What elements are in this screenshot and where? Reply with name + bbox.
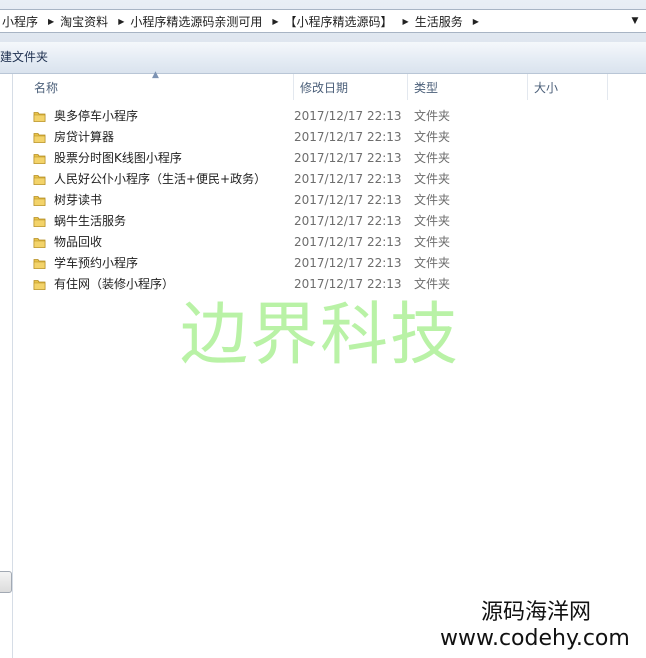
file-row[interactable]: 奥多停车小程序 2017/12/17 22:13 文件夹 <box>14 106 646 127</box>
file-type: 文件夹 <box>414 214 451 228</box>
file-name: 股票分时图K线图小程序 <box>54 151 182 165</box>
breadcrumb[interactable]: 小程序 ▶ 淘宝资料 ▶ 小程序精选源码亲测可用 ▶ 【小程序精选源码】 ▶ 生… <box>0 9 646 33</box>
file-row[interactable]: 树芽读书 2017/12/17 22:13 文件夹 <box>14 190 646 211</box>
file-row[interactable]: 股票分时图K线图小程序 2017/12/17 22:13 文件夹 <box>14 148 646 169</box>
file-date: 2017/12/17 22:13 <box>294 193 402 207</box>
file-row[interactable]: 物品回收 2017/12/17 22:13 文件夹 <box>14 232 646 253</box>
file-date: 2017/12/17 22:13 <box>294 214 402 228</box>
file-date: 2017/12/17 22:13 <box>294 109 402 123</box>
breadcrumb-item[interactable]: 【小程序精选源码】 <box>283 13 399 30</box>
folder-icon <box>33 217 46 227</box>
file-list: 奥多停车小程序 2017/12/17 22:13 文件夹 房贷计算器 2017/12/1… <box>14 106 646 295</box>
file-type: 文件夹 <box>414 277 451 291</box>
folder-icon <box>33 175 46 185</box>
column-header-size[interactable]: 大小 <box>528 74 608 100</box>
column-header-date[interactable]: 修改日期 <box>294 74 408 100</box>
column-headers: ▲ 名称 修改日期 类型 大小 <box>14 70 646 100</box>
file-type: 文件夹 <box>414 130 451 144</box>
file-row[interactable]: 有住网（装修小程序） 2017/12/17 22:13 文件夹 <box>14 274 646 295</box>
folder-icon <box>33 196 46 206</box>
file-name: 奥多停车小程序 <box>54 109 139 123</box>
chevron-right-icon[interactable]: ▶ <box>114 17 128 26</box>
file-type: 文件夹 <box>414 256 451 270</box>
chevron-right-icon[interactable]: ▶ <box>268 17 282 26</box>
new-folder-button[interactable]: 建文件夹 <box>0 42 52 73</box>
chevron-right-icon[interactable]: ▶ <box>469 17 483 26</box>
column-header-type[interactable]: 类型 <box>408 74 528 100</box>
file-type: 文件夹 <box>414 193 451 207</box>
file-row[interactable]: 学车预约小程序 2017/12/17 22:13 文件夹 <box>14 253 646 274</box>
chevron-right-icon[interactable]: ▶ <box>399 17 413 26</box>
folder-icon <box>33 280 46 290</box>
folder-icon <box>33 238 46 248</box>
watermark-site-url: www.codehy.com <box>440 626 630 651</box>
file-date: 2017/12/17 22:13 <box>294 130 402 144</box>
file-name: 人民好公仆小程序（生活+便民+政务） <box>54 172 267 186</box>
file-name: 学车预约小程序 <box>54 256 139 270</box>
file-type: 文件夹 <box>414 109 451 123</box>
file-type: 文件夹 <box>414 172 451 186</box>
breadcrumb-item[interactable]: 淘宝资料 <box>58 13 114 30</box>
breadcrumb-item[interactable]: 生活服务 <box>413 13 469 30</box>
file-row[interactable]: 蜗牛生活服务 2017/12/17 22:13 文件夹 <box>14 211 646 232</box>
column-header-name[interactable]: 名称 <box>28 74 294 100</box>
breadcrumb-item[interactable]: 小程序精选源码亲测可用 <box>128 13 268 30</box>
file-name: 有住网（装修小程序） <box>54 277 175 291</box>
file-date: 2017/12/17 22:13 <box>294 277 402 291</box>
file-date: 2017/12/17 22:13 <box>294 151 402 165</box>
folder-icon <box>33 133 46 143</box>
folder-icon <box>33 259 46 269</box>
file-name: 房贷计算器 <box>54 130 115 144</box>
file-row[interactable]: 房贷计算器 2017/12/17 22:13 文件夹 <box>14 127 646 148</box>
folder-icon <box>33 112 46 122</box>
file-type: 文件夹 <box>414 235 451 249</box>
file-name: 蜗牛生活服务 <box>54 214 127 228</box>
command-bar: 建文件夹 <box>0 42 646 74</box>
file-date: 2017/12/17 22:13 <box>294 256 402 270</box>
scrollbar-thumb[interactable] <box>0 571 12 593</box>
navigation-pane <box>0 74 13 658</box>
breadcrumb-item[interactable]: 小程序 <box>0 13 44 30</box>
address-bar: 小程序 ▶ 淘宝资料 ▶ 小程序精选源码亲测可用 ▶ 【小程序精选源码】 ▶ 生… <box>0 0 646 42</box>
file-date: 2017/12/17 22:13 <box>294 235 402 249</box>
chevron-down-icon[interactable]: ▼ <box>628 10 642 32</box>
folder-icon <box>33 154 46 164</box>
chevron-right-icon[interactable]: ▶ <box>44 17 58 26</box>
file-row[interactable]: 人民好公仆小程序（生活+便民+政务） 2017/12/17 22:13 文件夹 <box>14 169 646 190</box>
watermark-text: 边界科技 <box>180 296 461 375</box>
file-date: 2017/12/17 22:13 <box>294 172 402 186</box>
file-name: 树芽读书 <box>54 193 103 207</box>
file-name: 物品回收 <box>54 235 103 249</box>
watermark-site-name: 源码海洋网 <box>481 600 592 625</box>
file-type: 文件夹 <box>414 151 451 165</box>
